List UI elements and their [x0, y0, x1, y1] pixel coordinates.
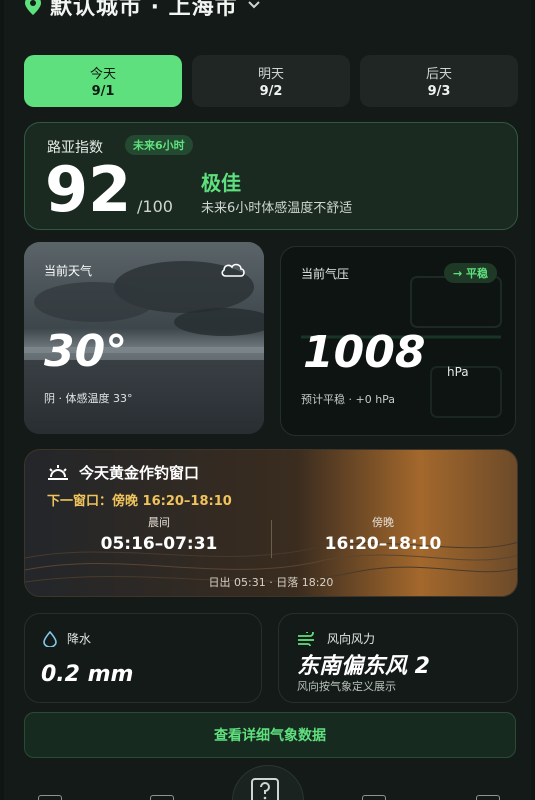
wind-icon [298, 631, 314, 646]
nav-stats-icon[interactable] [362, 795, 386, 800]
morning-label: 晨间 [148, 516, 170, 529]
tab-date: 9/1 [91, 84, 115, 99]
date-tabs: 今天 9/1 明天 9/2 后天 9/3 [24, 55, 518, 107]
tab-label: 明天 [257, 67, 284, 82]
sunrise-sunset-times: 日出 05:31 · 日落 18:20 [208, 576, 334, 589]
pressure-card[interactable]: 当前气压 → 平稳 1008 hPa 预计平稳 · +0 hPa [280, 246, 516, 436]
lure-index-card[interactable]: 路亚指数 未来6小时 92 /100 极佳 未来6小时体感温度不舒适 [24, 122, 518, 230]
current-weather-card[interactable]: 当前天气 30° 阴 · 体感温度 33° [24, 242, 264, 434]
help-question-icon [251, 778, 279, 800]
nav-home-icon[interactable] [38, 795, 62, 800]
pressure-value: 1008 [303, 327, 426, 378]
evening-window: 傍晚 16:20–18:10 [283, 514, 483, 554]
morning-window: 晨间 05:16–07:31 [59, 514, 259, 554]
next-window: 下一窗口：傍晚 16:20–18:10 [47, 494, 232, 509]
lure-rating: 极佳 [201, 171, 241, 195]
morning-time: 05:16–07:31 [100, 534, 218, 554]
wind-label: 风向风力 [327, 632, 376, 646]
city-selector[interactable]: 默认城市 · 上海市 [24, 0, 262, 20]
water-drop-icon [43, 630, 57, 647]
evening-time: 16:20–18:10 [324, 534, 442, 554]
lure-description: 未来6小时体感温度不舒适 [201, 201, 353, 216]
precipitation-card[interactable]: 降水 0.2 mm [24, 613, 262, 703]
lure-score-max: /100 [137, 197, 173, 216]
lure-score: 92 [45, 153, 132, 226]
weather-summary: 阴 · 体感温度 33° [44, 392, 133, 405]
tab-label: 后天 [425, 67, 452, 82]
wind-note: 风向按气象定义展示 [297, 680, 396, 693]
precipitation-header: 降水 [43, 630, 91, 647]
pressure-forecast: 预计平稳 · +0 hPa [301, 393, 396, 406]
wind-value: 东南偏东风 2 [297, 654, 430, 679]
tab-date: 9/3 [427, 84, 451, 99]
pressure-unit: hPa [447, 365, 469, 379]
golden-window-card[interactable]: 今天黄金作钓窗口 下一窗口：傍晚 16:20–18:10 晨间 05:16–07… [24, 449, 518, 597]
tab-tomorrow[interactable]: 明天 9/2 [192, 55, 350, 107]
cloud-icon [221, 263, 245, 277]
wind-header: 风向风力 [297, 630, 375, 647]
pressure-label: 当前气压 [301, 267, 350, 281]
app-screen: 默认城市 · 上海市 今天 9/1 明天 9/2 后天 9/3 路亚指数 未来6… [4, 0, 531, 800]
view-detailed-weather-button[interactable]: 查看详细气象数据 [24, 712, 516, 758]
tab-date: 9/2 [259, 84, 283, 99]
city-name: 默认城市 · 上海市 [50, 0, 238, 20]
tab-today[interactable]: 今天 9/1 [24, 55, 182, 107]
nav-calendar-icon[interactable] [150, 795, 174, 800]
window-divider [271, 520, 272, 558]
tab-label: 今天 [89, 67, 116, 82]
precipitation-label: 降水 [67, 632, 92, 646]
pressure-trend-badge: → 平稳 [443, 263, 497, 283]
time-range-badge: 未来6小时 [125, 135, 193, 155]
sunrise-icon [48, 464, 68, 480]
precipitation-value: 0.2 mm [41, 662, 134, 687]
chevron-down-icon [247, 1, 260, 9]
golden-window-title: 今天黄金作钓窗口 [79, 464, 200, 482]
tab-day-after[interactable]: 后天 9/3 [360, 55, 518, 107]
evening-label: 傍晚 [372, 516, 394, 529]
bottom-navigation [4, 765, 531, 800]
wind-card[interactable]: 风向风力 东南偏东风 2 风向按气象定义展示 [278, 613, 518, 703]
location-pin-icon [25, 0, 41, 15]
golden-window-header: 今天黄金作钓窗口 [47, 462, 199, 483]
nav-profile-icon[interactable] [476, 795, 500, 800]
weather-label: 当前天气 [44, 264, 93, 278]
temperature-value: 30° [44, 326, 128, 377]
